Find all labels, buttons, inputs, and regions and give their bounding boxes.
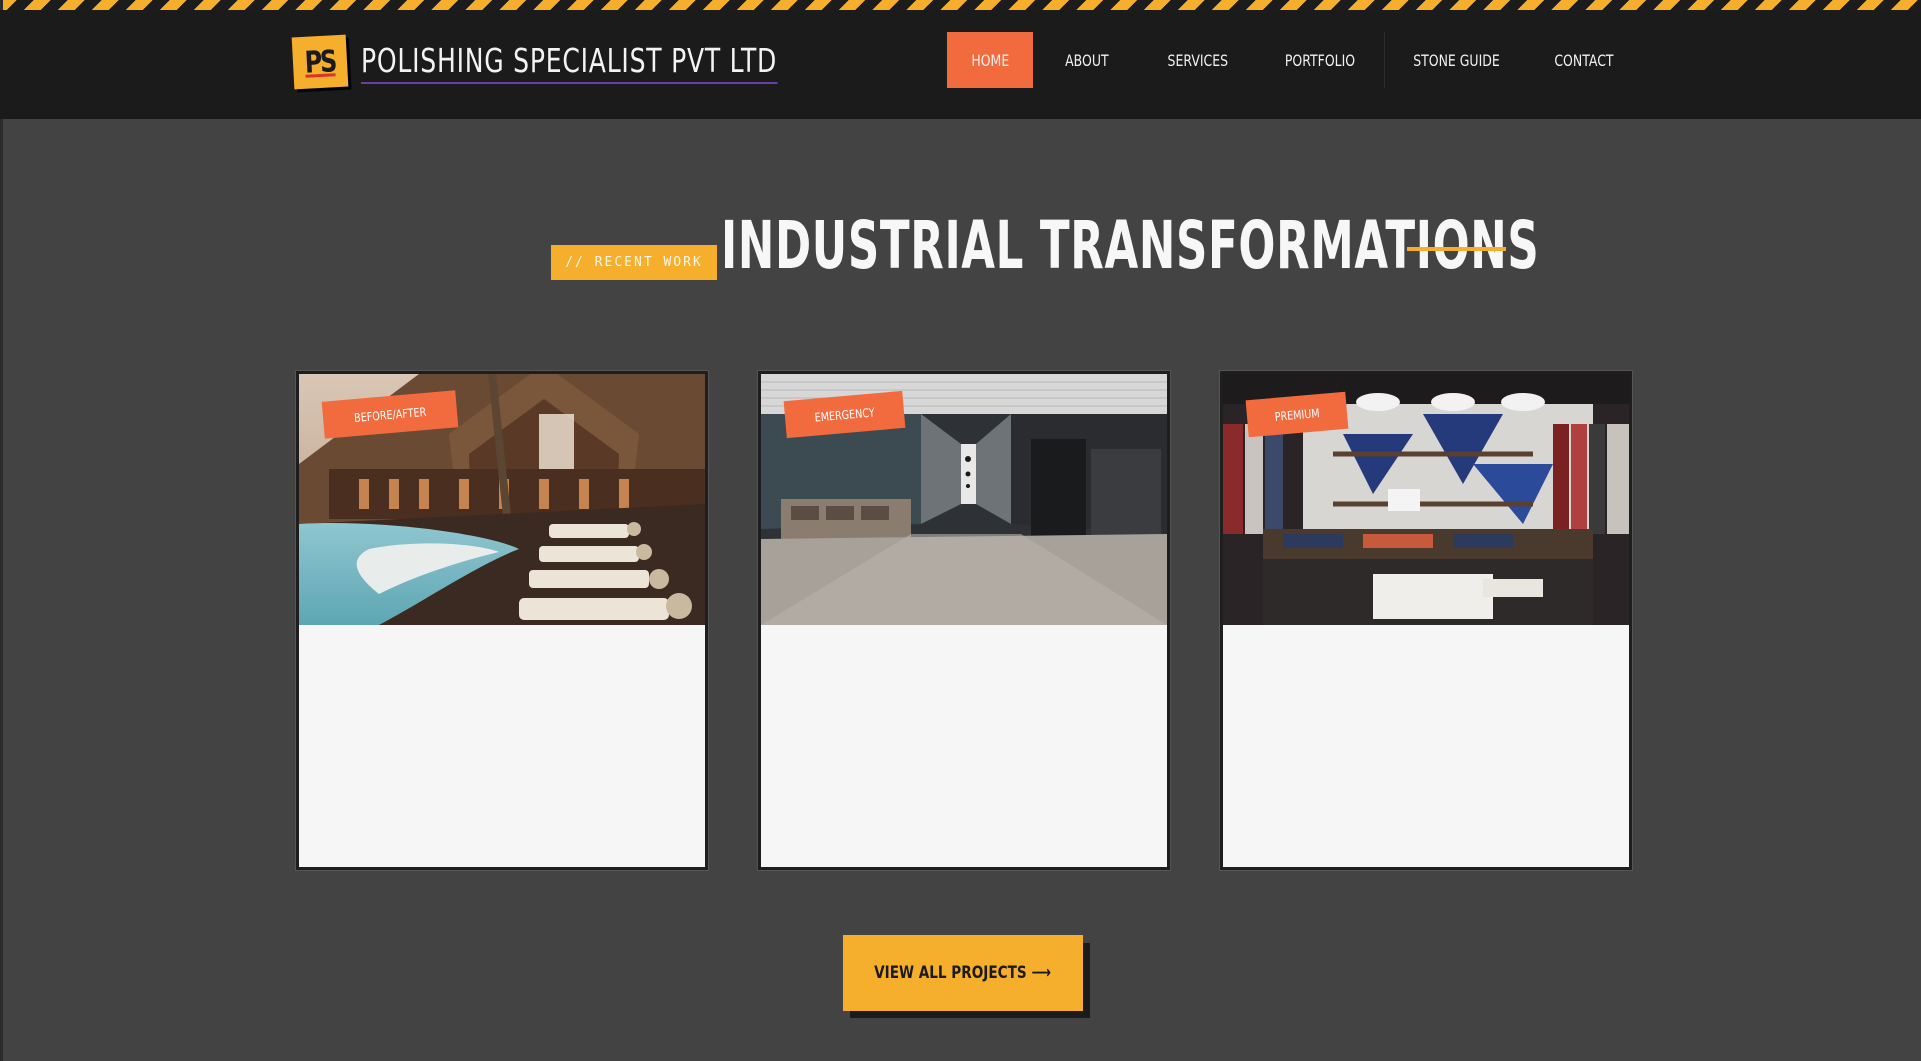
site-header: PS POLISHING SPECIALIST PVT LTD HOME ABO… [0,10,1921,119]
project-image-office: EMERGENCY [761,374,1167,625]
view-all-projects-button[interactable]: VIEW ALL PROJECTS ⟶ [843,935,1083,1011]
nav-contact-label: CONTACT [1554,50,1614,70]
main-nav: HOME ABOUT SERVICES PORTFOLIO STONE GUID… [947,32,1640,88]
nav-home[interactable]: HOME [947,32,1033,88]
nav-about[interactable]: ABOUT [1033,32,1140,88]
project-image-resort: BEFORE/AFTER [299,374,705,625]
project-card[interactable]: PREMIUM [1220,371,1632,870]
view-all-projects-label: VIEW ALL PROJECTS ⟶ [874,963,1052,983]
project-image-retail: PREMIUM [1223,374,1629,625]
project-card[interactable]: EMERGENCY [758,371,1170,870]
nav-home-label: HOME [971,50,1009,70]
nav-about-label: ABOUT [1064,50,1109,70]
logo-badge[interactable]: PS [291,34,349,90]
project-badge-label: EMERGENCY [814,404,876,425]
page-edge [0,0,3,1061]
nav-contact[interactable]: CONTACT [1528,32,1640,88]
section-title: INDUSTRIAL TRANSFORMATIONS [721,207,1540,284]
section-tag: // RECENT WORK [551,245,717,280]
nav-services[interactable]: SERVICES [1140,32,1255,88]
hazard-stripe [0,0,1921,10]
nav-services-label: SERVICES [1167,50,1228,70]
nav-stone-guide[interactable]: STONE GUIDE [1385,32,1528,88]
brand-name[interactable]: POLISHING SPECIALIST PVT LTD [361,40,778,84]
project-card[interactable]: BEFORE/AFTER [296,371,708,870]
title-underline-rule [1407,247,1506,251]
nav-portfolio-label: PORTFOLIO [1284,50,1355,70]
project-badge-label: PREMIUM [1274,405,1321,424]
logo-text: PS [304,43,336,81]
nav-stone-guide-label: STONE GUIDE [1413,50,1500,70]
project-badge-label: BEFORE/AFTER [353,404,427,425]
nav-portfolio[interactable]: PORTFOLIO [1255,32,1384,88]
